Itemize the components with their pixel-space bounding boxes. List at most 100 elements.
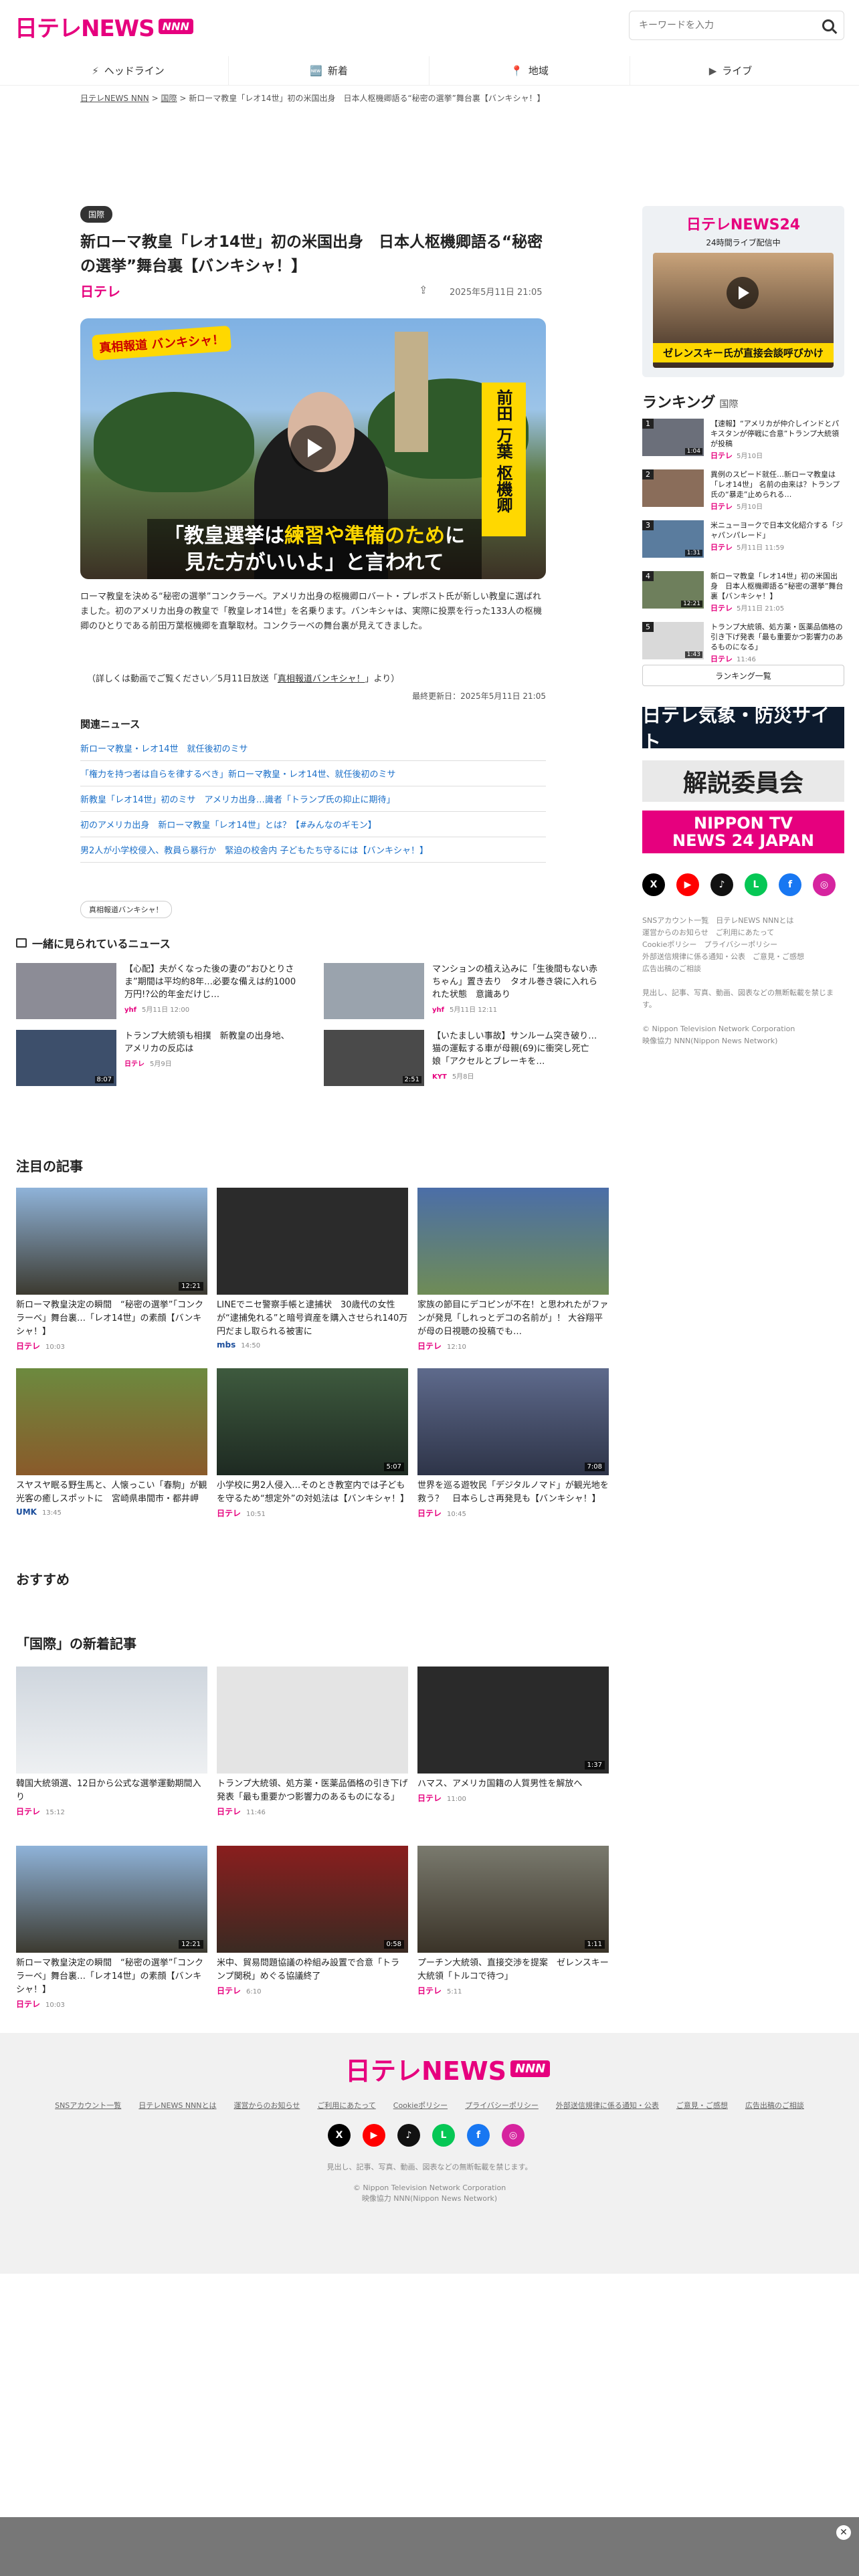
live-subtitle: 24時間ライブ配信中 — [706, 238, 781, 247]
x-icon[interactable]: X — [328, 2124, 351, 2147]
ranking-item[interactable]: 5 1:43 トランプ大統領、処方薬・医薬品価格の引き下げ発表「最も重要かつ影響力の… — [642, 622, 844, 665]
play-icon[interactable] — [727, 277, 759, 309]
footer-link[interactable]: 広告出稿のご相談 — [642, 964, 701, 973]
featured-card[interactable]: 7:08 世界を巡る遊牧民「デジタルノマド」が観光地を救う？ 日本らしさ再発見も【… — [417, 1368, 609, 1519]
site-logo[interactable]: 日テレNEWS NNN — [15, 12, 193, 42]
facebook-icon[interactable]: f — [467, 2124, 490, 2147]
intl-card[interactable]: 1:11 プーチン大統領、直接交渉を提案 ゼレンスキー大統領「トルコで待つ」 日テレ… — [417, 1846, 609, 1996]
footer-link[interactable]: 外部送信規律に係る通知・公表 — [642, 952, 745, 961]
copyright: © Nippon Television Network Corporation — [642, 1025, 795, 1033]
video-player[interactable]: 真相報道 バンキシャ！ 前田 万葉 枢機卿 「教皇選挙は練習や準備のために 見た方… — [80, 318, 546, 579]
instagram-icon[interactable]: ◎ — [502, 2124, 524, 2147]
nav-new[interactable]: 🆕 新着 — [229, 56, 430, 85]
card-date: 13:45 — [41, 1509, 62, 1517]
main-nav: ⚡ ヘッドライン 🆕 新着 📍 地域 ▶ ライブ — [0, 56, 859, 86]
close-icon[interactable]: ✕ — [836, 2525, 851, 2540]
also-item[interactable]: 【心配】夫がくなった後の妻の“おひとりさま”期間は平均約8年…必要な備えは約10… — [16, 963, 297, 1021]
thumbnail — [217, 1188, 408, 1295]
card-meta: 日テレ 5:11 — [417, 1985, 609, 1996]
search-icon[interactable] — [822, 19, 834, 31]
footer-link[interactable]: SNSアカウント一覧 — [642, 916, 708, 925]
news24-banner[interactable]: NIPPON TV NEWS 24 JAPAN — [642, 811, 844, 853]
instagram-icon[interactable]: ◎ — [813, 873, 836, 896]
footer-link[interactable]: 外部送信規律に係る通知・公表 — [556, 2100, 659, 2111]
list-icon — [16, 938, 27, 948]
footer-logo[interactable]: 日テレNEWS NNN — [345, 2050, 551, 2087]
footer-link[interactable]: 運営からのお知らせ — [234, 2100, 300, 2111]
youtube-icon[interactable]: ▶ — [363, 2124, 385, 2147]
search-input[interactable] — [639, 20, 822, 31]
card-title: プーチン大統領、直接交渉を提案 ゼレンスキー大統領「トルコで待つ」 — [417, 1958, 609, 1981]
line-icon[interactable]: L — [745, 873, 767, 896]
item-date: 5月8日 — [452, 1073, 474, 1081]
footer-link[interactable]: ご利用にあたって — [317, 2100, 375, 2111]
footer-link[interactable]: SNSアカウント一覧 — [55, 2100, 121, 2111]
note-text: 」より） — [365, 674, 400, 684]
nav-headline[interactable]: ⚡ ヘッドライン — [28, 56, 229, 85]
thumbnail: 12:21 — [16, 1846, 207, 1953]
also-item[interactable]: マンションの植え込みに「生後間もない赤ちゃん」置き去り タオル巻き袋に入れられた… — [324, 963, 605, 1021]
card-source: 日テレ — [16, 1341, 41, 1351]
share-icon[interactable]: ⇪ — [419, 284, 427, 296]
live-stream-box[interactable]: 日テレNEWS24 24時間ライブ配信中 ゼレンスキー氏が直接会談呼びかけ — [642, 206, 844, 377]
nav-live[interactable]: ▶ ライブ — [630, 56, 831, 85]
also-item[interactable]: 8:07 トランプ大統領も相撲 新教皇の出身地、アメリカの反応は 日テレ 5月9日 — [16, 1030, 297, 1087]
x-icon[interactable]: X — [642, 873, 665, 896]
category-badge[interactable]: 国際 — [80, 206, 113, 223]
breadcrumb-category[interactable]: 国際 — [161, 94, 177, 103]
footer-link[interactable]: プライバシーポリシー — [704, 940, 777, 949]
rank-number: 2 — [642, 469, 654, 479]
line-icon[interactable]: L — [432, 2124, 455, 2147]
footer-link[interactable]: 日テレNEWS NNNとは — [716, 916, 793, 925]
commentary-banner[interactable]: 解説委員会 — [642, 760, 844, 802]
facebook-icon[interactable]: f — [779, 873, 801, 896]
lightning-icon: ⚡ — [92, 64, 99, 77]
footer-link[interactable]: Cookieポリシー — [642, 940, 696, 949]
nav-region[interactable]: 📍 地域 — [430, 56, 630, 85]
footer-link[interactable]: プライバシーポリシー — [465, 2100, 539, 2111]
tiktok-icon[interactable]: ♪ — [397, 2124, 420, 2147]
card-source: 日テレ — [217, 1986, 242, 1996]
card-title: 世界を巡る遊牧民「デジタルノマド」が観光地を救う？ 日本らしさ再発見も【バンキシ… — [417, 1481, 609, 1504]
related-link[interactable]: 新教皇「レオ14世」初のミサ アメリカ出身…識者「トランプ氏の抑止に期待」 — [80, 786, 546, 812]
featured-card[interactable]: 家族の節目にデコピンが不在！と思われたがファンが発見「しれっとデコの名前が」！ … — [417, 1188, 609, 1352]
program-tag[interactable]: 真相報道バンキシャ！ — [80, 901, 172, 918]
breadcrumb-home[interactable]: 日テレNEWS NNN — [80, 94, 149, 103]
intl-card[interactable]: 韓国大統領選、12日から公式な選挙運動期間入り 日テレ 15:12 — [16, 1667, 207, 1817]
related-link[interactable]: 「権力を持つ者は自らを律するべき」新ローマ教皇・レオ14世、就任後初のミサ — [80, 761, 546, 786]
youtube-icon[interactable]: ▶ — [676, 873, 699, 896]
footer-link[interactable]: 運営からのお知らせ — [642, 928, 708, 937]
ranking-item[interactable]: 2 異例のスピード就任…新ローマ教皇は「レオ14世」 名前の由来は？トランプ氏の“… — [642, 469, 844, 512]
program-link[interactable]: 真相報道バンキシャ！ — [278, 674, 365, 684]
footer-link[interactable]: 日テレNEWS NNNとは — [138, 2100, 216, 2111]
also-item[interactable]: 2:51 【いたましい事故】サンルーム突き破り…猫の運転する車が母親(69)に衝突… — [324, 1030, 605, 1087]
intl-card[interactable]: 0:58 米中、貿易問題協議の枠組み設置で合意「トランプ関税」めぐる協議終了 日テレ… — [217, 1846, 408, 1996]
related-link[interactable]: 新ローマ教皇・レオ14世 就任後初のミサ — [80, 736, 546, 761]
duration: 12:21 — [179, 1282, 203, 1291]
ranking-title: 【速報】“アメリカが仲介しインドとパキスタンが停戦に合意”トランプ大統領が投稿 — [710, 419, 840, 448]
ranking-item[interactable]: 3 1:31 米ニューヨークで日本文化紹介する「ジャパンパレード」 日テレ 5月11日 … — [642, 520, 844, 563]
featured-card[interactable]: スヤスヤ眠る野生馬と、人懐っこい「春駒」が観光客の癒しスポットに 宮崎県串間市・… — [16, 1368, 207, 1517]
weather-banner[interactable]: 日テレ気象・防災サイト — [642, 704, 844, 753]
featured-card[interactable]: 12:21 新ローマ教皇決定の瞬間 “秘密の選挙”「コンクラーベ」舞台裏…「レオ1… — [16, 1188, 207, 1352]
related-link[interactable]: 初のアメリカ出身 新ローマ教皇「レオ14世」とは？【#みんなのギモン】 — [80, 812, 546, 837]
footer-link[interactable]: 広告出稿のご相談 — [745, 2100, 804, 2111]
live-video[interactable]: ゼレンスキー氏が直接会談呼びかけ — [653, 253, 834, 368]
intl-card[interactable]: トランプ大統領、処方薬・医薬品価格の引き下げ発表「最も重要かつ影響力のあるものに… — [217, 1667, 408, 1817]
ranking-item[interactable]: 1 1:04 【速報】“アメリカが仲介しインドとパキスタンが停戦に合意”トランプ大統… — [642, 419, 844, 461]
related-link[interactable]: 男2人が小学校侵入、教員ら暴行か 緊迫の校舎内 子どもたち守るには【バンキシャ！… — [80, 837, 546, 863]
item-title: トランプ大統領も相撲 新教皇の出身地、アメリカの反応は — [124, 1031, 290, 1054]
featured-card[interactable]: LINEでニセ警察手帳と逮捕状 30歳代の女性が“逮捕免れる”と暗号資産を購入さ… — [217, 1188, 408, 1350]
tiktok-icon[interactable]: ♪ — [710, 873, 733, 896]
footer-link[interactable]: ご利用にあたって — [716, 928, 774, 937]
footer-link[interactable]: ご意見・ご感想 — [676, 2100, 728, 2111]
ranking-more-button[interactable]: ランキング一覧 — [642, 665, 844, 686]
ranking-item[interactable]: 4 12:21 新ローマ教皇「レオ14世」初の米国出身 日本人枢機卿語る“秘密の選挙… — [642, 571, 844, 614]
play-icon[interactable] — [290, 425, 336, 471]
intl-card[interactable]: 1:37 ハマス、アメリカ国籍の人質男性を解放へ 日テレ 11:00 — [417, 1667, 609, 1804]
footer-link[interactable]: ご意見・ご感想 — [753, 952, 804, 961]
intl-card[interactable]: 12:21 新ローマ教皇決定の瞬間 “秘密の選挙”「コンクラーベ」舞台裏…「レオ1… — [16, 1846, 207, 2010]
item-title: 【心配】夫がくなった後の妻の“おひとりさま”期間は平均約8年…必要な備えは約10… — [124, 964, 296, 1000]
footer-link[interactable]: Cookieポリシー — [393, 2100, 448, 2111]
featured-card[interactable]: 5:07 小学校に男2人侵入…そのとき教室内では子どもを守るため“想定外”の対処法… — [217, 1368, 409, 1519]
